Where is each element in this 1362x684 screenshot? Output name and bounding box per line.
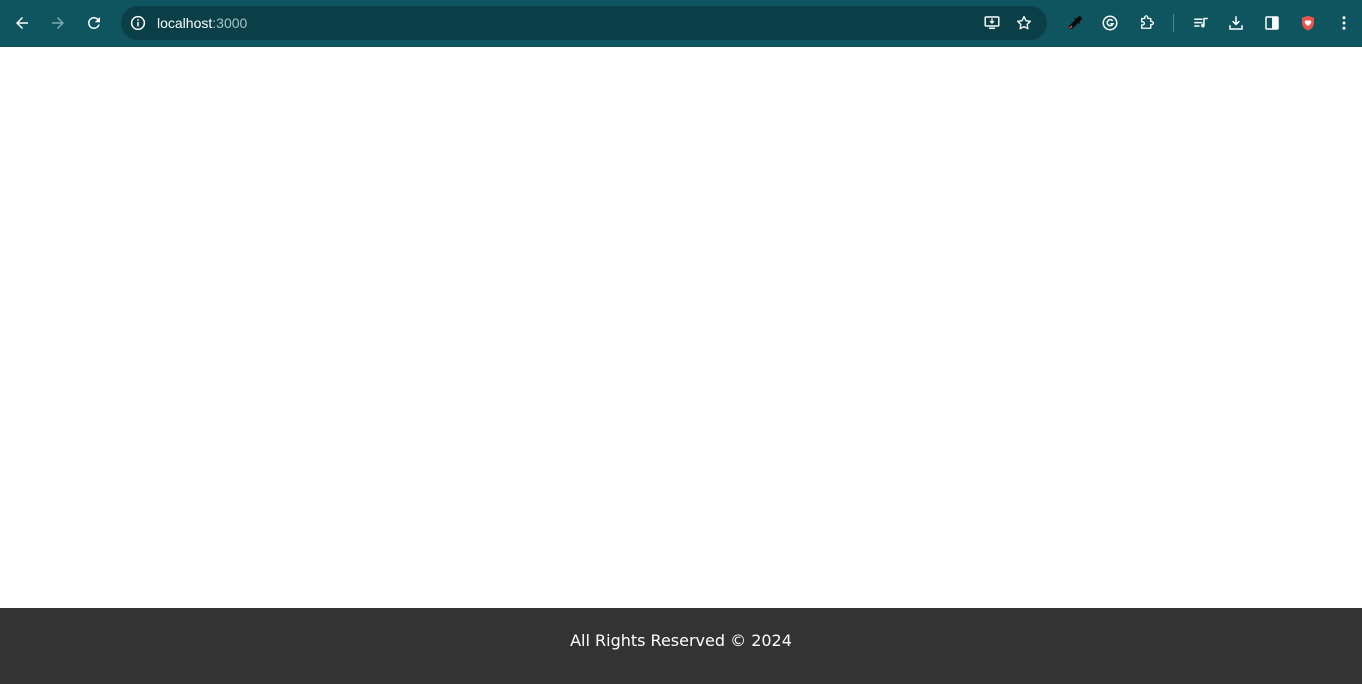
eyedropper-extension-button[interactable] bbox=[1063, 11, 1087, 35]
address-bar[interactable]: localhost:3000 bbox=[121, 6, 1047, 40]
footer-copyright: All Rights Reserved © 2024 bbox=[570, 630, 792, 650]
side-panel-icon bbox=[1265, 16, 1279, 30]
download-icon bbox=[1229, 16, 1243, 30]
shield-icon bbox=[1302, 15, 1314, 31]
arrow-right-icon bbox=[52, 17, 64, 29]
url-text[interactable]: localhost:3000 bbox=[157, 14, 247, 32]
media-controls-button[interactable] bbox=[1189, 11, 1213, 35]
eyedropper-icon bbox=[1069, 16, 1082, 29]
install-app-icon bbox=[984, 16, 1000, 29]
reload-icon bbox=[87, 16, 100, 29]
browser-menu-button[interactable] bbox=[1332, 11, 1356, 35]
grammarly-icon bbox=[1102, 15, 1118, 31]
media-controls-icon bbox=[1194, 17, 1208, 28]
url-host: localhost bbox=[157, 15, 213, 31]
puzzle-icon bbox=[1141, 15, 1154, 29]
toolbar-divider bbox=[1173, 14, 1174, 32]
bookmark-button[interactable] bbox=[1013, 12, 1035, 34]
shield-extension-button[interactable] bbox=[1296, 11, 1320, 35]
page-content bbox=[0, 47, 1362, 608]
back-button[interactable] bbox=[6, 7, 38, 39]
install-app-button[interactable] bbox=[981, 12, 1003, 34]
kebab-menu-icon bbox=[1342, 16, 1346, 30]
extensions-button[interactable] bbox=[1135, 11, 1159, 35]
info-icon[interactable] bbox=[129, 14, 147, 32]
grammarly-extension-button[interactable] bbox=[1098, 11, 1122, 35]
arrow-left-icon bbox=[16, 17, 28, 29]
browser-toolbar: localhost:3000 bbox=[0, 0, 1362, 47]
downloads-button[interactable] bbox=[1224, 11, 1248, 35]
star-icon bbox=[1016, 15, 1032, 30]
reload-button[interactable] bbox=[78, 7, 110, 39]
forward-button[interactable] bbox=[42, 7, 74, 39]
side-panel-button[interactable] bbox=[1260, 11, 1284, 35]
page-footer: All Rights Reserved © 2024 bbox=[0, 608, 1362, 684]
url-port: :3000 bbox=[212, 15, 248, 31]
